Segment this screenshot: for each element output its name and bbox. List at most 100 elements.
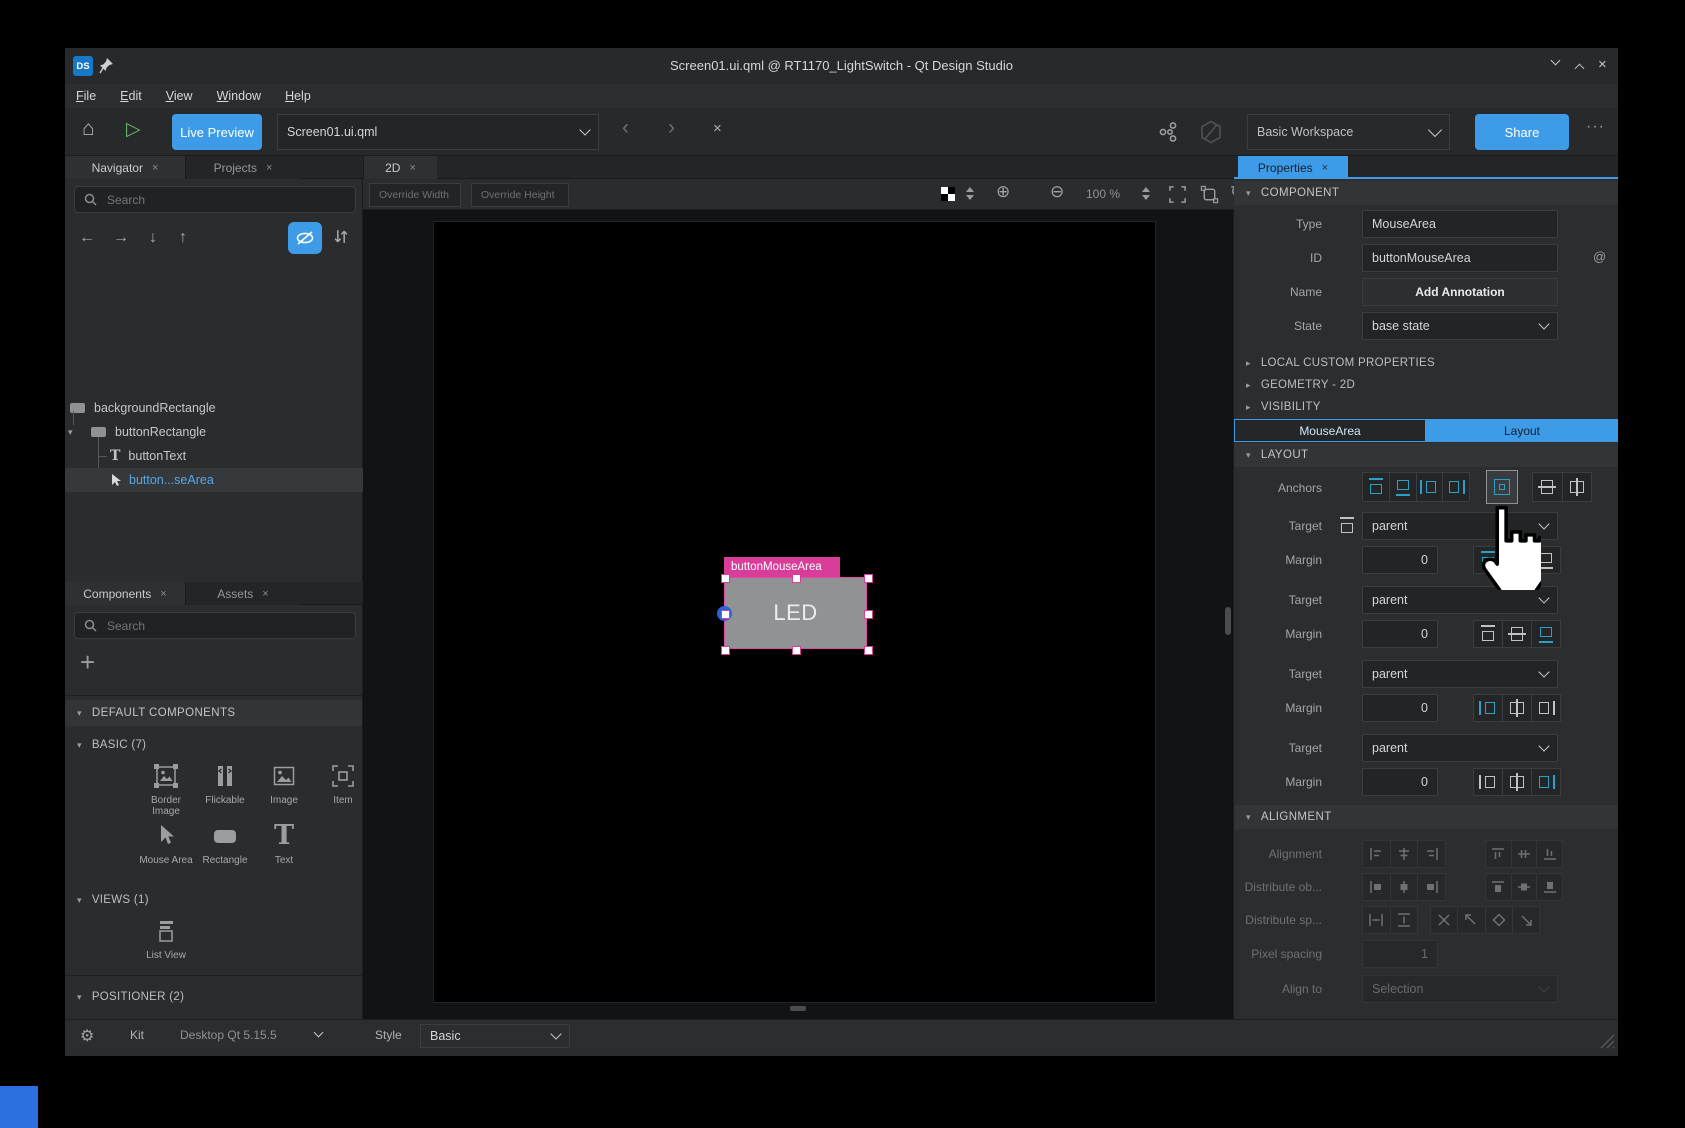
- anchor-bottom-button[interactable]: [1389, 473, 1416, 501]
- tab-close-icon[interactable]: ×: [409, 162, 415, 174]
- kit-dropdown-icon[interactable]: [314, 1028, 324, 1038]
- move-right-icon[interactable]: →: [113, 229, 129, 247]
- align-bottom-button[interactable]: [1536, 841, 1562, 867]
- align-right-button[interactable]: [1417, 841, 1445, 867]
- pixel-spacing-input[interactable]: 1: [1362, 940, 1438, 968]
- align-hcenter-button[interactable]: [1390, 841, 1418, 867]
- override-height-field[interactable]: Override Height: [471, 183, 569, 207]
- tree-item-background-rectangle[interactable]: backgroundRectangle: [65, 396, 363, 420]
- zoom-spinner[interactable]: [1142, 187, 1150, 200]
- target-dropdown[interactable]: parent: [1362, 586, 1558, 614]
- menu-file[interactable]: File: [76, 89, 96, 103]
- resize-handle[interactable]: [864, 646, 873, 655]
- canvas-viewport[interactable]: buttonMouseArea LED: [363, 210, 1234, 1019]
- component-image[interactable]: Image: [255, 762, 313, 806]
- align-to-dropdown[interactable]: Selection: [1362, 975, 1558, 1003]
- components-search-input[interactable]: [105, 618, 346, 634]
- resize-handle[interactable]: [721, 610, 730, 619]
- id-field[interactable]: buttonMouseArea: [1362, 244, 1558, 272]
- spacing-bottomright-button[interactable]: [1512, 907, 1539, 933]
- tab-close-icon[interactable]: ×: [152, 162, 158, 174]
- section-positioner[interactable]: ▾ POSITIONER (2): [65, 985, 363, 1009]
- style-dropdown[interactable]: Basic: [420, 1024, 570, 1048]
- tab-2d[interactable]: 2D×: [363, 156, 437, 179]
- distribute-right-button[interactable]: [1417, 874, 1445, 900]
- gear-icon[interactable]: ⚙: [80, 1026, 94, 1046]
- add-annotation-button[interactable]: Add Annotation: [1362, 278, 1558, 306]
- target-dropdown[interactable]: parent: [1362, 734, 1558, 762]
- margin-input[interactable]: 0: [1362, 546, 1438, 574]
- component-rectangle[interactable]: Rectangle: [196, 822, 254, 866]
- resize-handle[interactable]: [792, 646, 801, 655]
- close-document-icon[interactable]: ×: [713, 120, 722, 137]
- back-icon[interactable]: ‹: [622, 116, 629, 140]
- spacing-none-button[interactable]: [1431, 907, 1457, 933]
- margin-right-button[interactable]: [1531, 695, 1560, 721]
- tab-projects[interactable]: Projects×: [185, 156, 300, 179]
- background-color-icon[interactable]: [941, 187, 955, 201]
- workspace-dropdown[interactable]: Basic Workspace: [1247, 114, 1450, 150]
- margin-right-button[interactable]: [1531, 769, 1560, 795]
- tab-navigator[interactable]: Navigator×: [65, 156, 185, 179]
- anchor-vertical-center-button[interactable]: [1533, 473, 1562, 501]
- margin-bottom-button[interactable]: [1531, 621, 1560, 647]
- workspaces-icon[interactable]: [1158, 121, 1180, 143]
- distribute-left-button[interactable]: [1363, 874, 1390, 900]
- annotations-icon[interactable]: [1198, 119, 1224, 145]
- anchor-right-button[interactable]: [1442, 473, 1469, 501]
- component-text[interactable]: T Text: [255, 822, 313, 866]
- more-options-icon[interactable]: ···: [1586, 118, 1605, 136]
- move-left-icon[interactable]: ←: [79, 229, 95, 247]
- kit-value[interactable]: Desktop Qt 5.15.5: [180, 1028, 277, 1042]
- resize-handle[interactable]: [864, 610, 873, 619]
- component-mouse-area[interactable]: Mouse Area: [137, 822, 195, 866]
- anchor-top-button[interactable]: [1363, 473, 1389, 501]
- section-local-custom-properties[interactable]: ▸ LOCAL CUSTOM PROPERTIES: [1234, 352, 1618, 374]
- align-top-button[interactable]: [1486, 841, 1511, 867]
- menu-window[interactable]: Window: [217, 89, 261, 103]
- component-list-view[interactable]: List View: [137, 918, 195, 961]
- distribute-vcenter-button[interactable]: [1511, 874, 1537, 900]
- move-down-icon[interactable]: ↓: [149, 229, 157, 247]
- open-document-dropdown[interactable]: Screen01.ui.qml: [277, 114, 599, 150]
- live-preview-button[interactable]: Live Preview: [172, 114, 262, 150]
- margin-hcenter-button[interactable]: [1502, 769, 1531, 795]
- move-up-icon[interactable]: ↑: [179, 229, 187, 247]
- section-geometry-2d[interactable]: ▸ GEOMETRY - 2D: [1234, 374, 1618, 396]
- spacing-horizontal-button[interactable]: [1363, 907, 1390, 933]
- align-left-button[interactable]: [1363, 841, 1390, 867]
- state-dropdown[interactable]: base state: [1362, 312, 1558, 340]
- run-play-icon[interactable]: ▷: [126, 118, 141, 141]
- resize-handle[interactable]: [864, 574, 873, 583]
- fit-screen-icon[interactable]: [1168, 185, 1187, 204]
- menu-help[interactable]: Help: [285, 89, 311, 103]
- background-spinner[interactable]: [966, 187, 974, 200]
- anchor-left-button[interactable]: [1416, 473, 1443, 501]
- zoom-out-icon[interactable]: ⊖: [1050, 182, 1064, 202]
- resize-handle[interactable]: [721, 574, 730, 583]
- forward-icon[interactable]: ›: [668, 116, 675, 140]
- distribute-hcenter-button[interactable]: [1390, 874, 1418, 900]
- section-component[interactable]: ▾ COMPONENT: [1234, 181, 1618, 205]
- margin-input[interactable]: 0: [1362, 694, 1438, 722]
- component-border-image[interactable]: Border Image: [137, 762, 195, 817]
- margin-hcenter-button[interactable]: [1502, 695, 1531, 721]
- tab-close-icon[interactable]: ×: [160, 588, 166, 600]
- menu-view[interactable]: View: [166, 89, 193, 103]
- section-alignment[interactable]: ▾ ALIGNMENT: [1234, 805, 1618, 829]
- tab-close-icon[interactable]: ×: [1322, 162, 1328, 174]
- distribute-top-button[interactable]: [1486, 874, 1511, 900]
- horizontal-scrollbar[interactable]: [790, 1006, 806, 1011]
- margin-input[interactable]: 0: [1362, 620, 1438, 648]
- navigator-search-input[interactable]: [105, 192, 346, 208]
- tree-item-button-rectangle[interactable]: buttonRectangle: [65, 420, 363, 444]
- tab-close-icon[interactable]: ×: [262, 588, 268, 600]
- navigator-search[interactable]: [74, 186, 356, 213]
- section-default-components[interactable]: ▾ DEFAULT COMPONENTS: [65, 700, 363, 726]
- tab-components[interactable]: Components×: [65, 582, 185, 605]
- margin-vcenter-button[interactable]: [1502, 621, 1531, 647]
- resize-handle[interactable]: [721, 646, 730, 655]
- component-flickable[interactable]: Flickable: [196, 762, 254, 806]
- vertical-scrollbar[interactable]: [1225, 607, 1231, 635]
- tree-item-button-mouse-area[interactable]: button...seArea: [65, 468, 363, 492]
